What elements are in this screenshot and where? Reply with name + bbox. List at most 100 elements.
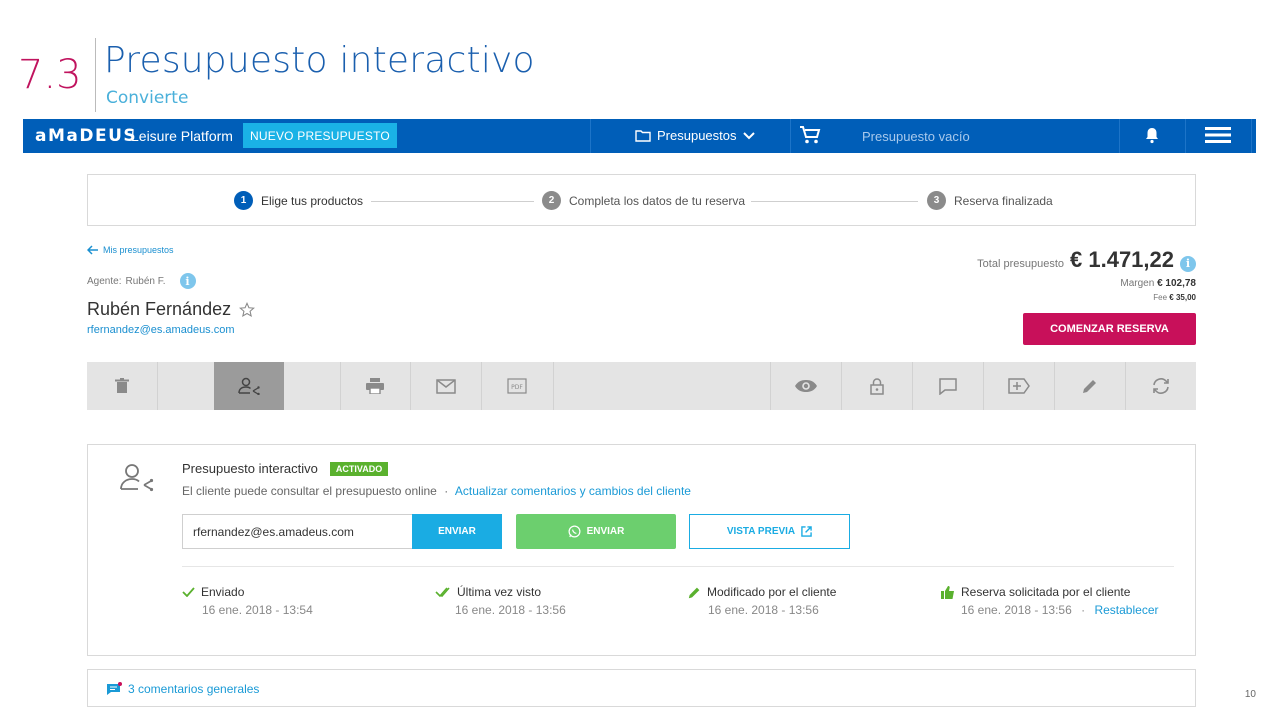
pencil-icon — [688, 587, 700, 598]
step-label: Elige tus productos — [261, 193, 364, 208]
nav-divider — [790, 119, 791, 153]
status-label: Última vez visto — [457, 585, 542, 599]
total-value: € 1.471,22 — [1070, 247, 1174, 272]
back-link-label: Mis presupuestos — [103, 245, 174, 255]
status-booking-requested: Reserva solicitada por el cliente 16 ene… — [941, 585, 1158, 617]
margin-value: € 102,78 — [1157, 278, 1196, 289]
status-label: Enviado — [201, 585, 245, 599]
arrow-left-icon — [87, 245, 98, 255]
refresh-button[interactable] — [1125, 362, 1196, 410]
agent-info-icon[interactable]: i — [179, 273, 196, 289]
add-item-button[interactable] — [983, 362, 1054, 410]
status-date: 16 ene. 2018 - 13:56 — [708, 603, 819, 617]
bell-icon — [1146, 128, 1158, 144]
agent-name: Rubén F. — [125, 275, 166, 287]
hamburger-icon — [1205, 127, 1231, 143]
edit-button[interactable] — [1054, 362, 1125, 410]
cart-button[interactable] — [799, 125, 821, 150]
step-number: 2 — [542, 191, 561, 210]
status-label: Reserva solicitada por el cliente — [961, 585, 1131, 599]
step-number: 1 — [234, 191, 253, 210]
slide-number: 7.3 — [18, 52, 82, 98]
thumbs-up-icon — [941, 585, 954, 599]
delete-button[interactable] — [87, 362, 157, 410]
interactive-title-text: Presupuesto interactivo — [182, 461, 318, 476]
slide-divider — [95, 38, 96, 112]
reset-link[interactable]: Restablecer — [1094, 603, 1158, 617]
printer-icon — [366, 378, 384, 394]
step-connector — [751, 201, 918, 202]
status-date: 16 ene. 2018 - 13:54 — [202, 603, 313, 617]
star-icon[interactable] — [239, 301, 256, 318]
start-booking-button[interactable]: COMENZAR RESERVA — [1023, 313, 1196, 345]
nav-divider — [1185, 119, 1186, 153]
envelope-icon — [435, 378, 456, 394]
user-share-icon — [120, 463, 154, 498]
print-button[interactable] — [340, 362, 410, 410]
preview-link-button[interactable]: VISTA PREVIA — [689, 514, 850, 549]
email-button[interactable] — [410, 362, 481, 410]
chevron-down-icon — [742, 131, 755, 139]
send-whatsapp-button[interactable]: ENVIAR — [516, 514, 676, 549]
fee-value: € 35,00 — [1169, 293, 1196, 302]
check-icon — [182, 587, 195, 597]
margin-label: Margen — [1120, 278, 1155, 289]
update-comments-link[interactable]: Actualizar comentarios y cambios del cli… — [455, 484, 691, 498]
margin-row: Margen € 102,78 — [1120, 278, 1196, 289]
main-menu-button[interactable] — [1205, 126, 1231, 149]
send-email-button[interactable]: ENVIAR — [412, 514, 502, 549]
preview-button-label: VISTA PREVIA — [726, 526, 796, 537]
general-comments-bar[interactable]: 3 comentarios generales — [87, 669, 1196, 707]
pencil-icon — [1082, 380, 1096, 393]
new-budget-button[interactable]: NUEVO PRESUPUESTO — [243, 123, 397, 148]
user-share-icon — [238, 377, 260, 395]
comments-icon — [107, 682, 122, 695]
svg-text:PDF: PDF — [511, 384, 523, 391]
lock-icon — [869, 377, 884, 395]
client-email[interactable]: rfernandez@es.amadeus.com — [87, 324, 235, 336]
description-text: El cliente puede consultar el presupuest… — [182, 484, 437, 498]
comments-label: 3 comentarios generales — [128, 682, 260, 696]
slide-subtitle: Convierte — [106, 88, 189, 108]
whatsapp-button-label: ENVIAR — [586, 526, 625, 537]
status-badge: ACTIVADO — [329, 461, 389, 476]
comments-link[interactable]: 3 comentarios generales — [106, 682, 259, 696]
preview-button[interactable] — [770, 362, 841, 410]
brand-subtitle: Leisure Platform — [131, 128, 233, 144]
nav-divider — [590, 119, 591, 153]
whatsapp-icon — [568, 525, 581, 538]
nav-divider — [1119, 119, 1120, 153]
total-info-icon[interactable]: i — [1180, 255, 1196, 272]
agent-info: Agente: Rubén F. i — [87, 273, 196, 289]
notifications-button[interactable] — [1143, 126, 1161, 149]
eye-icon — [794, 380, 817, 392]
back-to-budgets-link[interactable]: Mis presupuestos — [87, 245, 174, 255]
comment-icon — [938, 377, 957, 395]
interactive-description: El cliente puede consultar el presupuest… — [182, 484, 691, 498]
folder-icon — [635, 130, 651, 142]
step-booking-finished[interactable]: 3 Reserva finalizada — [927, 191, 1053, 210]
pdf-icon: PDF — [507, 378, 527, 394]
top-navbar: aMaDEUS Leisure Platform NUEVO PRESUPUES… — [23, 119, 1256, 153]
client-email-input[interactable]: rfernandez@es.amadeus.com — [182, 514, 413, 549]
client-name-text: Rubén Fernández — [87, 299, 232, 319]
step-booking-details[interactable]: 2 Completa los datos de tu reserva — [542, 191, 745, 210]
brand-logo[interactable]: aMaDEUS — [35, 126, 137, 146]
status-last-seen: Última vez visto 16 ene. 2018 - 13:56 — [435, 585, 566, 617]
booking-stepper: 1 Elige tus productos 2 Completa los dat… — [87, 174, 1196, 226]
comment-button[interactable] — [912, 362, 983, 410]
step-choose-products[interactable]: 1 Elige tus productos — [234, 191, 363, 210]
step-label: Completa los datos de tu reserva — [569, 193, 746, 208]
budgets-menu[interactable]: Presupuestos — [635, 128, 755, 143]
lock-button[interactable] — [841, 362, 912, 410]
step-connector — [371, 201, 534, 202]
cart-status: Presupuesto vacío — [862, 129, 970, 144]
interactive-share-button[interactable] — [214, 362, 284, 410]
budget-toolbar: PDF — [87, 362, 1196, 410]
step-label: Reserva finalizada — [954, 193, 1053, 208]
client-name: Rubén Fernández — [87, 299, 256, 320]
status-date: 16 ene. 2018 - 13:56 — [961, 603, 1072, 617]
pdf-button[interactable]: PDF — [481, 362, 553, 410]
add-tag-icon — [1007, 378, 1030, 394]
cart-icon — [800, 126, 821, 144]
